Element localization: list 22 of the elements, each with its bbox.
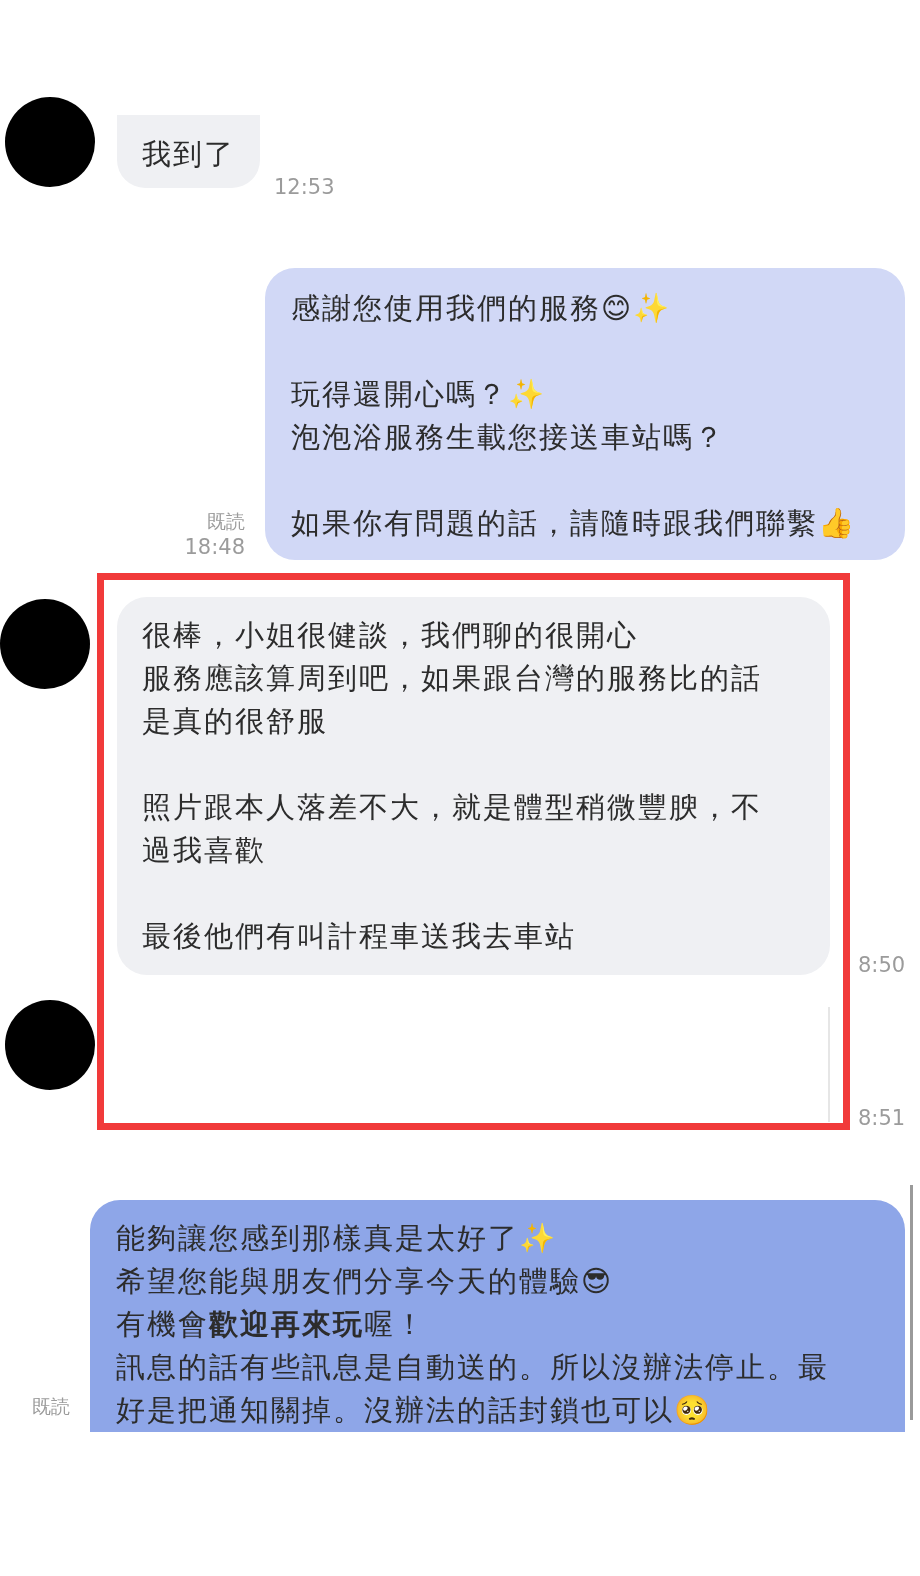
message-text: 感謝您使用我們的服務😊✨ [291, 290, 672, 327]
message-text: 過我喜歡 [142, 832, 266, 869]
timestamp: 18:48 [184, 534, 245, 560]
message-text: 好是把通知關掉。沒辦法的話封鎖也可以🥺 [116, 1392, 712, 1429]
message-text: 很棒，小姐很健談，我們聊的很開心 [142, 617, 638, 654]
message-text: 是真的很舒服 [142, 703, 328, 740]
timestamp: 12:53 [274, 175, 335, 199]
message-text: 訊息的話有些訊息是自動送的。所以沒辦法停止。最 [116, 1349, 829, 1386]
message-text: 希望您能與朋友們分享今天的體驗😎 [116, 1263, 614, 1300]
message-text: 泡泡浴服務生載您接送車站嗎？ [291, 419, 725, 456]
timestamp: 8:50 [858, 953, 906, 977]
message-text: 照片跟本人落差不大，就是體型稍微豐腴，不 [142, 789, 762, 826]
message-text: 玩得還開心嗎？✨ [291, 376, 546, 413]
read-receipt: 既読 [207, 509, 245, 534]
message-text: 我到了 [142, 136, 235, 173]
message-text: 能夠讓您感到那樣真是太好了✨ [116, 1220, 557, 1257]
timestamp: 8:51 [858, 1106, 906, 1130]
read-receipt: 既読 [32, 1394, 70, 1419]
message-text: 服務應該算周到吧，如果跟台灣的服務比的話 [142, 660, 762, 697]
message-text: 有機會歡迎再來玩喔！ [116, 1306, 426, 1343]
message-text: 最後他們有叫計程車送我去車站 [142, 918, 576, 955]
message-text: 如果你有問題的話，請隨時跟我們聯繫👍 [291, 505, 856, 542]
